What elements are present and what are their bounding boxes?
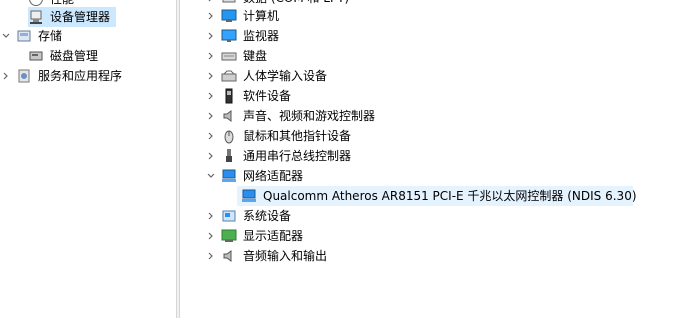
chevron-right-icon[interactable]: [0, 70, 12, 82]
device-category-audio-io[interactable]: 音频输入和输出: [205, 246, 327, 266]
audio-icon: [223, 250, 232, 262]
chevron-right-icon[interactable]: [205, 50, 217, 62]
chevron-right-icon[interactable]: [205, 90, 217, 102]
device-category-usb[interactable]: 通用串行总线控制器: [205, 146, 351, 166]
monitor-icon: [221, 29, 237, 42]
device-category-label: 计算机: [243, 9, 280, 23]
device-item-label: Qualcomm Atheros AR8151 PCI-E 千兆以太网控制器 (…: [263, 189, 637, 203]
performance-icon: [29, 0, 43, 6]
chevron-down-icon[interactable]: [0, 30, 12, 42]
storage-icon: [17, 30, 31, 42]
device-category-label: 声音、视频和游戏控制器: [243, 109, 376, 123]
usb-icon: [226, 149, 232, 162]
tree-item-services-apps[interactable]: 服务和应用程序: [0, 66, 122, 86]
tree-item-disk-management[interactable]: 磁盘管理: [28, 46, 98, 66]
computer-icon: [221, 9, 237, 22]
speaker-icon: [223, 110, 232, 122]
device-category-label: 监视器: [243, 29, 280, 43]
chevron-right-icon[interactable]: [205, 250, 217, 262]
mouse-icon: [224, 130, 234, 144]
device-category-monitor[interactable]: 监视器: [205, 26, 279, 46]
device-category-keyboard[interactable]: 键盘: [205, 46, 267, 66]
tree-item-label: 服务和应用程序: [38, 69, 123, 83]
hid-icon: [221, 70, 237, 82]
chevron-down-icon[interactable]: [205, 170, 217, 182]
device-category-label: 人体学输入设备: [243, 69, 328, 83]
chevron-right-icon[interactable]: [205, 230, 217, 242]
device-category-hid[interactable]: 人体学输入设备: [205, 66, 327, 86]
device-category-computer[interactable]: 计算机: [205, 6, 279, 26]
device-category-system[interactable]: 系统设备: [205, 206, 291, 226]
device-category-label: 鼠标和其他指针设备: [243, 129, 352, 143]
chevron-right-icon[interactable]: [205, 110, 217, 122]
chevron-right-icon[interactable]: [205, 70, 217, 82]
device-category-mouse[interactable]: 鼠标和其他指针设备: [205, 126, 351, 146]
device-category-display-adapter[interactable]: 显示适配器: [205, 226, 303, 246]
device-category-label: 软件设备: [243, 89, 292, 103]
tree-item-device-manager[interactable]: 设备管理器: [28, 7, 116, 27]
tree-item-storage[interactable]: 存储: [0, 26, 62, 46]
device-category-network[interactable]: 网络适配器: [205, 166, 303, 186]
tree-item-label: 存储: [38, 29, 63, 43]
device-manager-icon: [30, 10, 42, 24]
chevron-right-icon[interactable]: [205, 150, 217, 162]
device-category-label: 通用串行总线控制器: [243, 149, 352, 163]
device-category-label: 显示适配器: [243, 229, 304, 243]
system-device-icon: [222, 210, 236, 222]
services-icon: [18, 69, 30, 83]
disk-icon: [29, 51, 43, 61]
device-category-label: 音频输入和输出: [243, 249, 328, 263]
device-item-qualcomm-ethernet[interactable]: Qualcomm Atheros AR8151 PCI-E 千兆以太网控制器 (…: [237, 186, 637, 206]
chevron-right-icon[interactable]: [205, 0, 217, 4]
device-category-sound[interactable]: 声音、视频和游戏控制器: [205, 106, 375, 126]
chevron-right-icon[interactable]: [205, 130, 217, 142]
network-adapter-icon: [242, 189, 256, 202]
device-tree-pane: 数据 (COM 和 LPT) 计算机 监视器 键盘: [180, 0, 674, 318]
console-tree-pane: 性能 设备管理器 存储 磁盘管理 服务: [0, 0, 176, 318]
chevron-right-icon[interactable]: [205, 10, 217, 22]
device-category-label: 系统设备: [243, 209, 292, 223]
device-category-software[interactable]: 软件设备: [205, 86, 291, 106]
chevron-right-icon[interactable]: [205, 210, 217, 222]
keyboard-icon: [221, 52, 237, 61]
device-category-label: 键盘: [243, 49, 268, 63]
device-category-label: 网络适配器: [243, 169, 304, 183]
tree-item-label: 磁盘管理: [50, 49, 99, 63]
tree-item-label: 设备管理器: [50, 10, 111, 24]
display-adapter-icon: [221, 229, 237, 242]
network-adapter-icon: [222, 169, 236, 182]
software-device-icon: [225, 88, 233, 104]
chevron-right-icon[interactable]: [205, 30, 217, 42]
